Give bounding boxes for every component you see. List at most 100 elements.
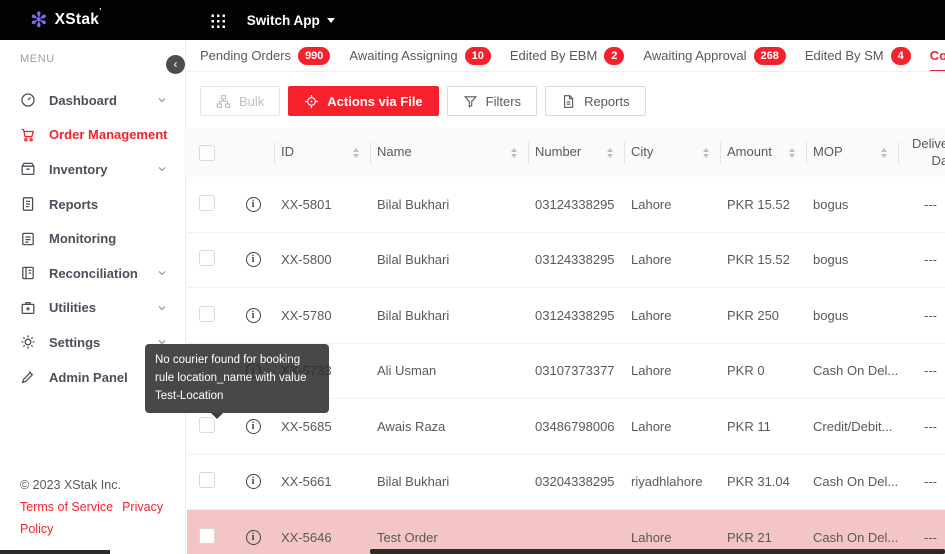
sort-icon[interactable] — [607, 148, 613, 158]
main-content: Pending Orders990 Awaiting Assigning10 Edi… — [187, 40, 945, 554]
cell-number: 03204338295 — [529, 474, 625, 489]
tab-courier-booking[interactable]: Courier Booking8 — [930, 40, 945, 72]
select-all-checkbox[interactable] — [199, 145, 215, 161]
cell-number: 03124338295 — [529, 308, 625, 323]
cell-name: Ali Usman — [371, 363, 529, 378]
sidebar-item-label: Order Management — [49, 127, 167, 142]
column-header-city[interactable]: City — [625, 128, 721, 177]
row-checkbox-cell — [187, 195, 231, 214]
table-header-row: ID Name Number City Amount MOPDelivery Date — [187, 128, 945, 177]
column-header-label: City — [625, 144, 653, 160]
sort-icon[interactable] — [703, 148, 709, 158]
column-header-label: Name — [371, 144, 412, 160]
cell-name: Awais Raza — [371, 419, 529, 434]
cell-name: Bilal Bukhari — [371, 197, 529, 212]
info-icon[interactable]: i — [246, 252, 261, 267]
cell-delivery-date: --- — [899, 308, 945, 323]
brand-name: XStak’ — [55, 11, 102, 29]
row-checkbox[interactable] — [199, 528, 215, 544]
target-icon — [304, 94, 319, 109]
terms-of-service-link[interactable]: Terms of Service — [20, 500, 113, 514]
dashboard-icon — [20, 92, 36, 108]
column-header-delivery-date: Delivery Date — [899, 128, 945, 177]
tab-edited-by-sm[interactable]: Edited By SM4 — [805, 40, 911, 72]
tab-pending-orders[interactable]: Pending Orders990 — [200, 40, 330, 72]
tab-label: Awaiting Approval — [643, 48, 746, 63]
bulk-button[interactable]: Bulk — [200, 86, 280, 116]
header-info-cell — [231, 128, 275, 177]
cell-delivery-date: --- — [899, 474, 945, 489]
actions-via-file-label: Actions via File — [327, 94, 422, 109]
cart-icon — [20, 127, 36, 143]
table-row: iXX-5646Test OrderLahorePKR 21Cash On De… — [187, 510, 945, 554]
cell-mop: bogus — [807, 197, 899, 212]
row-info-cell: i — [231, 252, 275, 267]
table-row: iXX-5801Bilal Bukhari03124338295LahorePK… — [187, 177, 945, 233]
sort-icon[interactable] — [353, 148, 359, 158]
column-header-number[interactable]: Number — [529, 128, 625, 177]
sidebar-collapse-button[interactable]: ‹ — [166, 55, 185, 74]
cell-amount: PKR 21 — [721, 530, 807, 545]
cell-mop: bogus — [807, 308, 899, 323]
sidebar-item-label: Monitoring — [49, 231, 167, 246]
cell-city: Lahore — [625, 419, 721, 434]
row-info-cell: i — [231, 474, 275, 489]
sidebar-item-utilities[interactable]: Utilities — [0, 291, 185, 326]
filters-button[interactable]: Filters — [447, 86, 537, 116]
tab-label: Courier Booking — [930, 48, 945, 63]
column-header-amount[interactable]: Amount — [721, 128, 807, 177]
sidebar-item-inventory[interactable]: Inventory — [0, 152, 185, 187]
cell-delivery-date: --- — [899, 252, 945, 267]
switch-app-menu[interactable]: Switch App — [247, 13, 335, 28]
sidebar-item-reconciliation[interactable]: Reconciliation — [0, 256, 185, 291]
sidebar-item-order-management[interactable]: Order Management — [0, 118, 185, 153]
actions-via-file-button[interactable]: Actions via File — [288, 86, 438, 116]
sort-icon[interactable] — [511, 148, 517, 158]
info-icon[interactable]: i — [246, 197, 261, 212]
sidebar-item-reports[interactable]: Reports — [0, 187, 185, 222]
tab-label: Edited By EBM — [510, 48, 597, 63]
row-checkbox[interactable] — [199, 306, 215, 322]
chevron-down-icon — [157, 268, 167, 278]
sort-icon[interactable] — [881, 148, 887, 158]
row-info-cell: i — [231, 197, 275, 212]
column-header-label: ID — [275, 144, 294, 160]
sidebar-item-label: Utilities — [49, 300, 157, 315]
column-header-label: Number — [529, 144, 581, 160]
info-icon[interactable]: i — [246, 530, 261, 545]
info-icon[interactable]: i — [246, 308, 261, 323]
info-icon[interactable]: i — [246, 419, 261, 434]
sort-icon[interactable] — [789, 148, 795, 158]
tab-edited-by-ebm[interactable]: Edited By EBM2 — [510, 40, 625, 72]
bulk-button-label: Bulk — [239, 94, 264, 109]
tab-label: Edited By SM — [805, 48, 884, 63]
row-checkbox[interactable] — [199, 250, 215, 266]
tab-awaiting-assigning[interactable]: Awaiting Assigning10 — [349, 40, 490, 72]
table-scrollbar-thumb[interactable] — [370, 549, 945, 554]
column-header-name[interactable]: Name — [371, 128, 529, 177]
reports-button[interactable]: Reports — [545, 86, 646, 116]
info-icon[interactable]: i — [246, 474, 261, 489]
cell-name: Bilal Bukhari — [371, 252, 529, 267]
row-checkbox-cell — [187, 306, 231, 325]
sidebar-item-dashboard[interactable]: Dashboard — [0, 83, 185, 118]
tooltip-text: No courier found for booking rule locati… — [155, 354, 307, 402]
switch-app-label: Switch App — [247, 13, 320, 28]
table-row: iXX-5800Bilal Bukhari03124338295LahorePK… — [187, 233, 945, 289]
sidebar-item-monitoring[interactable]: Monitoring — [0, 221, 185, 256]
cell-id: XX-5780 — [275, 308, 371, 323]
cell-delivery-date: --- — [899, 530, 945, 545]
cell-id: XX-5685 — [275, 419, 371, 434]
column-header-mop[interactable]: MOP — [807, 128, 899, 177]
top-bar: ✻ XStak’ Switch App — [0, 0, 945, 40]
cell-city: Lahore — [625, 197, 721, 212]
row-checkbox[interactable] — [199, 472, 215, 488]
column-header-label: Amount — [721, 144, 772, 160]
column-header-id[interactable]: ID — [275, 128, 371, 177]
apps-grid-icon[interactable] — [210, 13, 225, 28]
sidebar-scrollbar-thumb[interactable] — [0, 550, 110, 554]
cell-amount: PKR 11 — [721, 419, 807, 434]
cell-mop: Cash On Del... — [807, 474, 899, 489]
row-checkbox[interactable] — [199, 195, 215, 211]
tab-awaiting-approval[interactable]: Awaiting Approval268 — [643, 40, 785, 72]
